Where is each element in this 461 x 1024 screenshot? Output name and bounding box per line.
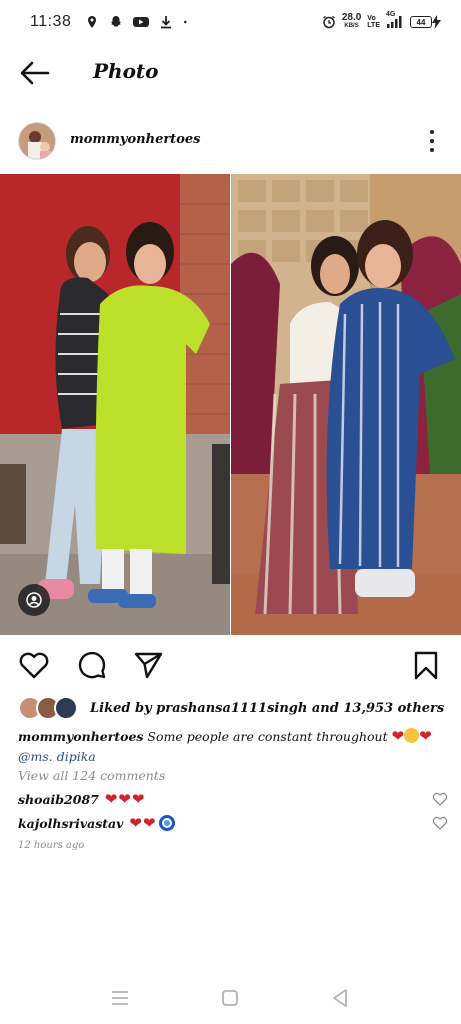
back-arrow-icon[interactable] [18, 58, 52, 88]
volte-indicator: Vo LTE [367, 15, 380, 29]
post-header: mommyonhertoes [0, 118, 461, 164]
top-header: Photo [0, 44, 461, 102]
recents-menu-icon[interactable] [108, 986, 132, 1010]
likes-row[interactable]: Liked by prashansa1111singh and 13,953 o… [18, 695, 444, 721]
post-username[interactable]: mommyonhertoes [70, 132, 200, 147]
dot-icon [184, 20, 187, 24]
download-icon [161, 16, 172, 29]
caption-username[interactable]: mommyonhertoes [18, 729, 143, 744]
comment-username[interactable]: kajolhsrivastav [18, 816, 123, 831]
post-caption: mommyonhertoes Some people are constant … [18, 726, 448, 767]
heart-emoji: ❤ [391, 727, 405, 745]
comment-like-icon[interactable] [432, 791, 448, 807]
battery-indicator: 44 [410, 15, 441, 29]
post-timestamp: 12 hours ago [18, 840, 85, 851]
post-photo[interactable] [0, 174, 461, 635]
net-speed-value: 28.0 [341, 12, 362, 23]
status-time: 11:38 [30, 13, 72, 30]
more-options-icon[interactable] [420, 126, 444, 156]
volte-bottom: LTE [367, 22, 380, 29]
heart-icon[interactable] [18, 649, 50, 681]
comment-like-icon[interactable] [432, 815, 448, 831]
system-nav-bar [0, 972, 461, 1024]
send-icon[interactable] [132, 649, 164, 681]
page-title: Photo [93, 59, 159, 83]
post-actions [0, 645, 461, 685]
bookmark-icon[interactable] [410, 649, 442, 681]
heart-emoji: ❤ [419, 727, 432, 745]
youtube-icon [133, 17, 150, 27]
alarm-icon [322, 15, 335, 29]
location-pin-icon [88, 16, 97, 28]
net-speed-unit: KB/S [344, 23, 359, 29]
likes-text: Liked by prashansa1111singh and 13,953 o… [90, 701, 444, 716]
avatar-image [19, 123, 55, 159]
likes-prefix: Liked by [90, 700, 157, 716]
status-bar: 11:38 28.0 KB/S Vo LTE 4G 44 [0, 0, 461, 44]
battery-level: 44 [410, 16, 432, 28]
view-all-comments[interactable]: View all 124 comments [18, 768, 165, 783]
profile-avatar[interactable] [18, 122, 56, 160]
back-triangle-icon[interactable] [328, 986, 352, 1010]
likes-user[interactable]: prashansa1111singh [156, 701, 307, 716]
volte-top: Vo [367, 15, 376, 22]
signal-label: 4G [386, 11, 396, 18]
liked-by-avatars [18, 696, 82, 720]
snapchat-icon [111, 16, 122, 27]
photo-collage [0, 174, 461, 635]
comment-username[interactable]: shoaib2087 [18, 792, 99, 807]
person-icon [26, 592, 42, 608]
comment-row: kajolhsrivastav ❤❤ [18, 812, 448, 834]
network-speed: 28.0 KB/S [341, 12, 362, 30]
evil-eye-emoji [158, 815, 175, 831]
comment-text: ❤❤ [129, 814, 157, 832]
comment-icon[interactable] [76, 649, 108, 681]
caption-mention[interactable]: @ms. dipika [18, 749, 96, 764]
likes-count[interactable]: and 13,953 others [307, 701, 444, 716]
home-square-icon[interactable] [218, 986, 242, 1010]
liker-avatar [54, 696, 78, 720]
signal-indicator: 4G [386, 11, 404, 29]
tagged-people-button[interactable] [18, 584, 50, 616]
charging-icon [432, 15, 441, 29]
system-status: 28.0 KB/S Vo LTE 4G 44 [322, 11, 441, 30]
notification-icons [85, 15, 191, 29]
caption-text: Some people are constant throughout [147, 729, 388, 744]
comment-text: ❤❤❤ [104, 790, 146, 808]
comment-row: shoaib2087 ❤❤❤ [18, 788, 448, 810]
smile-emoji [404, 728, 420, 743]
